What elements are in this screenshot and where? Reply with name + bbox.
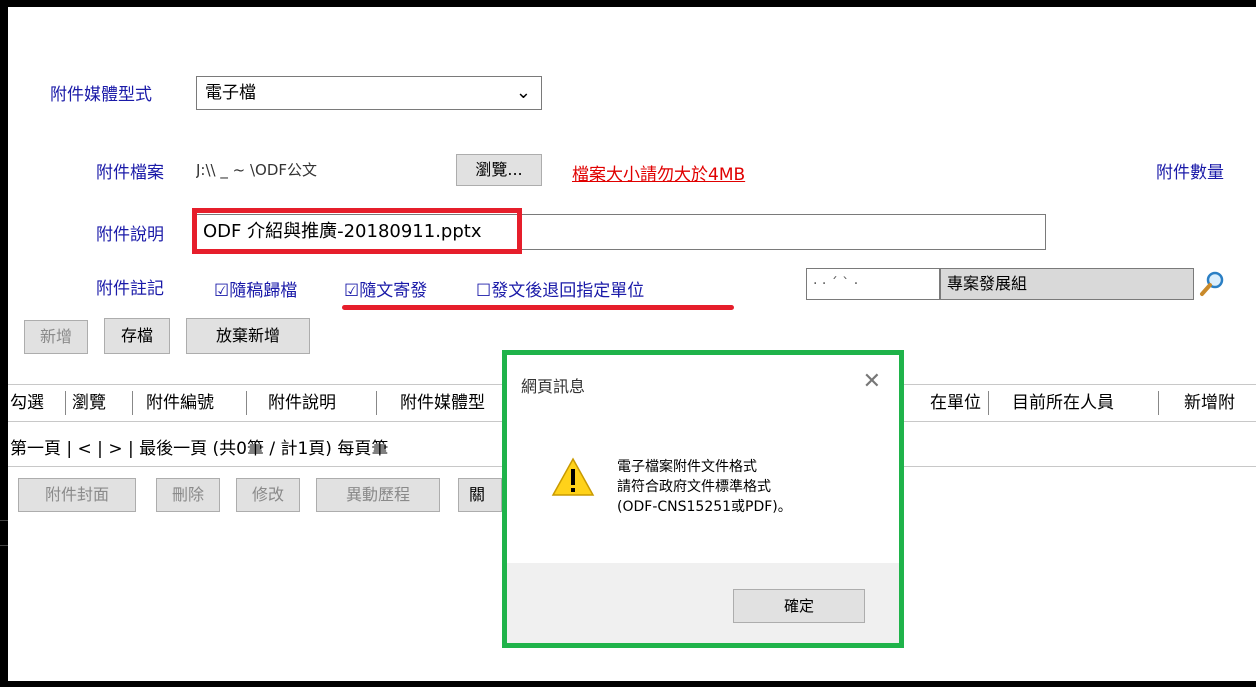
- col-unit[interactable]: 在單位: [930, 385, 981, 421]
- file-size-warning: 檔案大小請勿大於4MB: [572, 165, 746, 185]
- pager[interactable]: 第一頁 | < | > | 最後一頁 (共0筆 / 計1頁) 每頁筆: [10, 434, 388, 459]
- close-button[interactable]: 關: [458, 478, 502, 512]
- col-attachment-no[interactable]: 附件編號: [146, 385, 214, 421]
- ok-button[interactable]: 確定: [733, 589, 865, 623]
- attachment-count-label: 附件數量: [1156, 163, 1224, 183]
- highlight-red-box: [192, 208, 522, 254]
- col-current-person[interactable]: 目前所在人員: [1012, 385, 1114, 421]
- file-label: 附件檔案: [96, 163, 164, 183]
- warning-icon: [551, 457, 595, 496]
- history-button[interactable]: 異動歷程: [316, 478, 440, 512]
- media-type-value: 電子檔: [205, 83, 256, 103]
- media-type-label: 附件媒體型式: [50, 85, 152, 105]
- checkbox-return-to-unit[interactable]: ☐發文後退回指定單位: [476, 276, 644, 301]
- col-new[interactable]: 新增附: [1184, 385, 1235, 421]
- edge-tick: [0, 520, 8, 521]
- note-label: 附件註記: [96, 279, 164, 299]
- browse-button[interactable]: 瀏覽...: [456, 154, 542, 186]
- checkbox-send-with-document[interactable]: ☑隨文寄發: [344, 276, 427, 301]
- dialog-message-line2: 請符合政府文件標準格式: [617, 479, 771, 495]
- dialog-message-line3: (ODF-CNS15251或PDF)。: [617, 499, 792, 515]
- unit-code-input[interactable]: · · ´ ` ·: [806, 268, 940, 300]
- cancel-add-button[interactable]: 放棄新增: [186, 318, 310, 354]
- col-browse[interactable]: 瀏覽: [72, 385, 106, 421]
- col-description[interactable]: 附件說明: [268, 385, 336, 421]
- media-type-select[interactable]: 電子檔 ⌄: [196, 76, 542, 110]
- description-label: 附件說明: [96, 225, 164, 245]
- save-button[interactable]: 存檔: [104, 318, 170, 354]
- attachment-cover-button[interactable]: 附件封面: [18, 478, 136, 512]
- add-button[interactable]: 新增: [24, 320, 88, 354]
- file-path-input[interactable]: J:\\ _ ~ \ODF公文: [196, 158, 450, 182]
- edge-tick: [0, 545, 8, 546]
- checkbox-archive-with-draft[interactable]: ☑隨稿歸檔: [214, 276, 297, 301]
- chevron-down-icon: ⌄: [515, 82, 531, 103]
- highlight-red-underline: [342, 305, 734, 310]
- search-icon[interactable]: [1198, 270, 1226, 298]
- dialog-message: 電子檔案附件文件格式 請符合政府文件標準格式 (ODF-CNS15251或PDF…: [617, 457, 792, 517]
- edit-button[interactable]: 修改: [236, 478, 300, 512]
- web-message-dialog: 網頁訊息 ✕ 電子檔案附件文件格式 請符合政府文件標準格式 (ODF-CNS15…: [502, 350, 904, 648]
- dialog-title: 網頁訊息: [521, 377, 586, 396]
- unit-name-field: 專案發展組: [940, 268, 1194, 300]
- dialog-message-line1: 電子檔案附件文件格式: [617, 459, 757, 475]
- delete-button[interactable]: 刪除: [156, 478, 220, 512]
- close-icon[interactable]: ✕: [863, 369, 881, 394]
- col-media-type[interactable]: 附件媒體型: [400, 385, 485, 421]
- col-select[interactable]: 勾選: [10, 385, 44, 421]
